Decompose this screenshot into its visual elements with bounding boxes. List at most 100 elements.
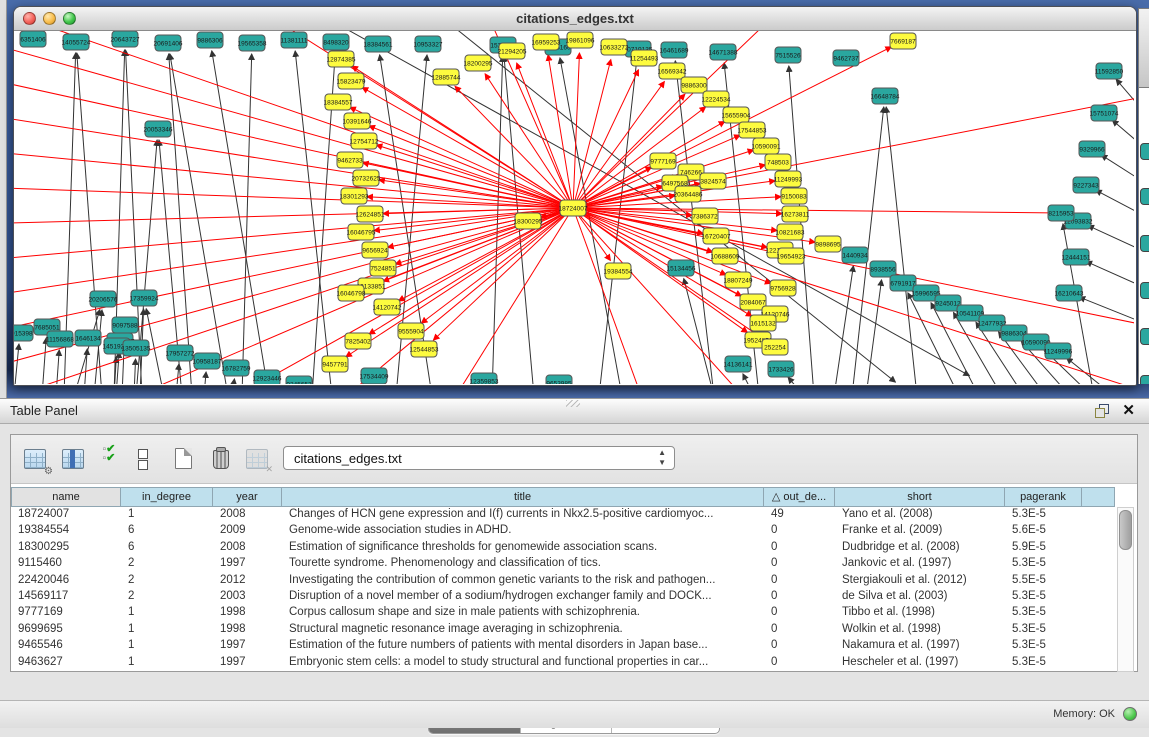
graph-edge[interactable] [204, 372, 206, 384]
graph-edge[interactable] [1086, 261, 1134, 285]
graph-node[interactable]: 16720407 [702, 228, 731, 244]
column-header-out_de[interactable]: △ out_de... [764, 487, 835, 507]
citation-network-graph[interactable]: 6351406140557242064372720691406988630619… [14, 31, 1134, 384]
graph-edge[interactable] [134, 359, 136, 384]
graph-node[interactable]: 16782759 [222, 360, 251, 376]
row-height-button[interactable] [129, 445, 157, 473]
graph-node[interactable]: 11254493 [630, 50, 659, 66]
graph-node[interactable]: 9555904 [398, 323, 424, 339]
graph-node[interactable]: 16461689 [660, 42, 689, 58]
graph-node[interactable]: 21294205 [498, 43, 527, 59]
graph-node[interactable]: 15823479 [337, 73, 366, 89]
graph-node[interactable]: 20732625 [352, 170, 381, 186]
table-row[interactable]: 946554611997Estimation of the future num… [11, 638, 1115, 654]
graph-node[interactable]: 10391646 [343, 113, 372, 129]
graph-node[interactable]: 7825402 [345, 333, 371, 349]
graph-node[interactable]: 10590091 [752, 138, 781, 154]
graph-node[interactable]: 16210643 [1055, 285, 1084, 301]
table-vertical-scrollbar[interactable] [1117, 507, 1134, 672]
graph-node[interactable]: 9886300 [681, 77, 707, 93]
column-header-title[interactable]: title [282, 487, 764, 507]
graph-node[interactable]: 10688609 [711, 248, 740, 264]
graph-node[interactable]: 16648784 [871, 88, 900, 104]
graph-edge[interactable] [834, 266, 853, 384]
graph-node[interactable]: 1646134 [75, 330, 101, 346]
graph-node[interactable]: 15751074 [1090, 105, 1119, 121]
graph-node[interactable]: 1733426 [768, 361, 794, 377]
graph-node[interactable]: 19654923 [777, 248, 806, 264]
column-header-year[interactable]: year [213, 487, 282, 507]
graph-node[interactable]: 12444151 [1062, 249, 1091, 265]
graph-edge[interactable] [1063, 224, 1094, 384]
graph-edge[interactable] [573, 208, 778, 253]
network-view-window[interactable]: citations_edges.txt 63514061405572420643… [13, 6, 1137, 386]
graph-node[interactable]: 10953327 [414, 36, 443, 52]
graph-node[interactable]: 9245653 [286, 376, 312, 384]
graph-node[interactable]: 7515526 [775, 47, 801, 63]
graph-edge[interactable] [573, 70, 638, 208]
graph-edge[interactable] [363, 163, 573, 208]
graph-node[interactable]: 18301293 [340, 188, 369, 204]
graph-edge[interactable] [743, 374, 754, 384]
graph-node[interactable]: 9329966 [1079, 141, 1105, 157]
table-row[interactable]: 1830029562008Estimation of significance … [11, 540, 1115, 556]
graph-node[interactable]: 16569342 [658, 63, 687, 79]
graph-edge[interactable] [455, 86, 573, 208]
graph-edge[interactable] [14, 344, 19, 384]
graph-node[interactable]: 12544853 [410, 341, 439, 357]
graph-node[interactable]: 18384561 [364, 36, 393, 52]
graph-node[interactable]: 17534409 [360, 368, 389, 384]
graph-node[interactable]: 9756928 [770, 280, 796, 296]
graph-edge[interactable] [548, 55, 573, 208]
graph-node[interactable]: 9653985 [546, 375, 572, 384]
graph-node[interactable]: 18724007 [559, 200, 588, 216]
graph-edge[interactable] [388, 208, 573, 247]
graph-node[interactable]: 11249996 [1044, 343, 1073, 359]
graph-edge[interactable] [1096, 190, 1134, 213]
graph-node[interactable]: 11156868 [46, 331, 74, 347]
table-row[interactable]: 969969511998Structural magnetic resonanc… [11, 622, 1115, 638]
graph-edge[interactable] [379, 180, 573, 208]
graph-edge[interactable] [1112, 120, 1134, 143]
graph-node[interactable]: 11381111 [281, 32, 308, 48]
graph-edge[interactable] [42, 338, 46, 384]
minimize-traffic-light-icon[interactable] [43, 12, 56, 25]
graph-node[interactable]: 12224534 [702, 91, 731, 107]
graph-node[interactable]: 3824574 [700, 173, 726, 189]
delete-table-button[interactable]: ✕ [243, 445, 271, 473]
graph-node[interactable]: 14120742 [373, 299, 402, 315]
graph-node[interactable]: 7386372 [692, 208, 718, 224]
graph-node[interactable]: 9656924 [362, 242, 388, 258]
graph-node[interactable]: 11592850 [1095, 63, 1124, 79]
column-header-in_degree[interactable]: in_degree [121, 487, 213, 507]
column-header-short[interactable]: short [835, 487, 1005, 507]
splitter-grip-icon[interactable] [566, 400, 580, 407]
graph-node[interactable]: 9462733 [337, 152, 363, 168]
graph-node[interactable]: 20643727 [111, 31, 140, 47]
graph-node[interactable]: 13505135 [122, 340, 151, 356]
graph-node[interactable]: 9886306 [197, 32, 223, 48]
select-columns-button[interactable]: ✔✔ [95, 445, 123, 473]
graph-node[interactable]: 20053346 [144, 121, 173, 137]
graph-node[interactable]: 17359924 [130, 290, 159, 306]
graph-edge[interactable] [176, 364, 179, 384]
close-traffic-light-icon[interactable] [23, 12, 36, 25]
zoom-traffic-light-icon[interactable] [63, 12, 76, 25]
graph-node[interactable]: 20364486 [674, 186, 703, 202]
graph-node[interactable]: 18300295 [514, 213, 543, 229]
graph-node[interactable]: 14136141 [724, 356, 753, 372]
graph-edge[interactable] [573, 47, 891, 208]
graph-node[interactable]: 252254 [762, 339, 788, 355]
graph-node[interactable]: 17544853 [738, 122, 767, 138]
graph-node[interactable]: 10633272 [600, 39, 629, 55]
graph-edge[interactable] [369, 208, 573, 334]
graph-node[interactable]: 10821683 [776, 224, 805, 240]
graph-node[interactable]: 8215953 [1048, 205, 1074, 221]
delete-column-button[interactable] [207, 445, 235, 473]
graph-node[interactable]: 7524851 [370, 260, 396, 276]
graph-node[interactable]: 19565358 [238, 35, 267, 51]
graph-node[interactable]: 9227343 [1073, 177, 1099, 193]
graph-node[interactable]: 1615132 [750, 315, 776, 331]
graph-edge[interactable] [1101, 155, 1134, 179]
graph-node[interactable]: 9777169 [650, 153, 676, 169]
